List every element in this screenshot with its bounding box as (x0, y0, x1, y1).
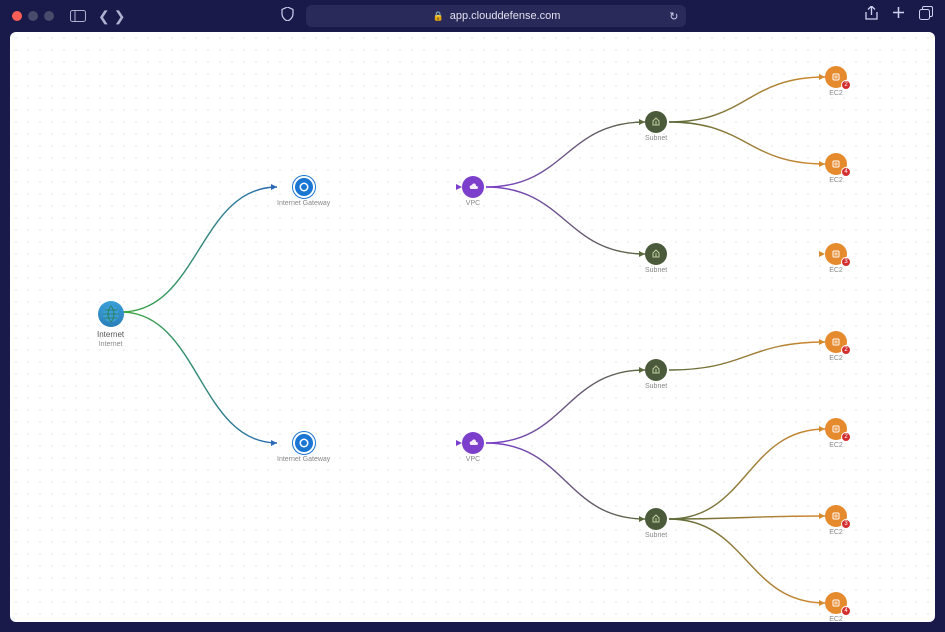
ec2-icon: 2 (825, 66, 847, 88)
close-window[interactable] (12, 11, 22, 21)
ec2-icon: 3 (825, 505, 847, 527)
edge (486, 122, 645, 187)
node-ec2_2[interactable]: 4EC2 (825, 153, 847, 185)
node-label: Subnet (645, 267, 667, 275)
privacy-shield-icon[interactable] (281, 7, 294, 26)
ec2-icon: 4 (825, 153, 847, 175)
ec2-icon: 2 (825, 418, 847, 440)
forward-button[interactable]: ❯ (114, 8, 126, 25)
share-icon[interactable] (865, 6, 878, 26)
node-subnet1[interactable]: Subnet (645, 111, 667, 143)
node-label: Subnet (645, 532, 667, 540)
node-label: Subnet (645, 383, 667, 391)
node-ec2_3[interactable]: 3EC2 (825, 243, 847, 275)
vpc-icon (462, 176, 484, 198)
lock-icon: 🔒 (433, 11, 444, 22)
node-label: EC2 (829, 355, 843, 363)
alert-badge: 2 (841, 432, 851, 442)
internet-icon (98, 301, 124, 327)
node-label: VPC (466, 200, 480, 208)
node-igw1[interactable]: Internet Gateway (277, 176, 330, 208)
node-label: EC2 (829, 177, 843, 185)
node-ec2_1[interactable]: 2EC2 (825, 66, 847, 98)
subnet-icon (645, 243, 667, 265)
node-ec2_5[interactable]: 2EC2 (825, 418, 847, 450)
node-subnet3[interactable]: Subnet (645, 359, 667, 391)
url-bar[interactable]: 🔒 app.clouddefense.com ↻ (306, 5, 686, 27)
edge (121, 187, 277, 312)
node-vpc2[interactable]: VPC (462, 432, 484, 464)
ec2-icon: 3 (825, 243, 847, 265)
ec2-icon: 4 (825, 592, 847, 614)
igw-icon (293, 176, 315, 198)
node-ec2_6[interactable]: 3EC2 (825, 505, 847, 537)
back-button[interactable]: ❮ (98, 8, 110, 25)
node-label: Internet Gateway (277, 456, 330, 464)
node-label: EC2 (829, 529, 843, 537)
node-ec2_4[interactable]: 2EC2 (825, 331, 847, 363)
edge (669, 519, 825, 603)
alert-badge: 2 (841, 345, 851, 355)
alert-badge: 4 (841, 606, 851, 616)
edge (486, 370, 645, 443)
subnet-icon (645, 111, 667, 133)
edge (669, 122, 825, 164)
alert-badge: 4 (841, 167, 851, 177)
node-subnet2[interactable]: Subnet (645, 243, 667, 275)
edge (121, 312, 277, 443)
alert-badge: 2 (841, 80, 851, 90)
subnet-icon (645, 359, 667, 381)
node-label: EC2 (829, 442, 843, 450)
maximize-window[interactable] (44, 11, 54, 21)
edge (486, 187, 645, 254)
alert-badge: 3 (841, 257, 851, 267)
node-label: Internet (99, 341, 123, 349)
node-internet[interactable]: Internet Internet (97, 301, 124, 349)
edge (669, 77, 825, 122)
node-label: Internet Gateway (277, 200, 330, 208)
node-ec2_7[interactable]: 4EC2 (825, 592, 847, 622)
minimize-window[interactable] (28, 11, 38, 21)
node-title: Internet (97, 330, 124, 339)
vpc-icon (462, 432, 484, 454)
browser-chrome: ❮ ❯ 🔒 app.clouddefense.com ↻ (0, 0, 945, 32)
reload-icon[interactable]: ↻ (669, 10, 678, 23)
edge (669, 516, 825, 519)
url-text: app.clouddefense.com (450, 10, 561, 22)
node-subnet4[interactable]: Subnet (645, 508, 667, 540)
node-label: VPC (466, 456, 480, 464)
edges-layer (10, 32, 935, 622)
tabs-icon[interactable] (919, 6, 933, 26)
edge (669, 429, 825, 519)
edge (669, 342, 825, 370)
topology-canvas[interactable]: Internet Internet Internet Gateway Internet… (10, 32, 935, 622)
node-label: EC2 (829, 267, 843, 275)
igw-icon (293, 432, 315, 454)
subnet-icon (645, 508, 667, 530)
sidebar-toggle-icon[interactable] (70, 10, 86, 22)
node-vpc1[interactable]: VPC (462, 176, 484, 208)
edge (486, 443, 645, 519)
node-igw2[interactable]: Internet Gateway (277, 432, 330, 464)
node-label: EC2 (829, 616, 843, 622)
node-label: Subnet (645, 135, 667, 143)
node-label: EC2 (829, 90, 843, 98)
ec2-icon: 2 (825, 331, 847, 353)
new-tab-icon[interactable] (892, 6, 905, 26)
alert-badge: 3 (841, 519, 851, 529)
traffic-lights (12, 11, 54, 21)
